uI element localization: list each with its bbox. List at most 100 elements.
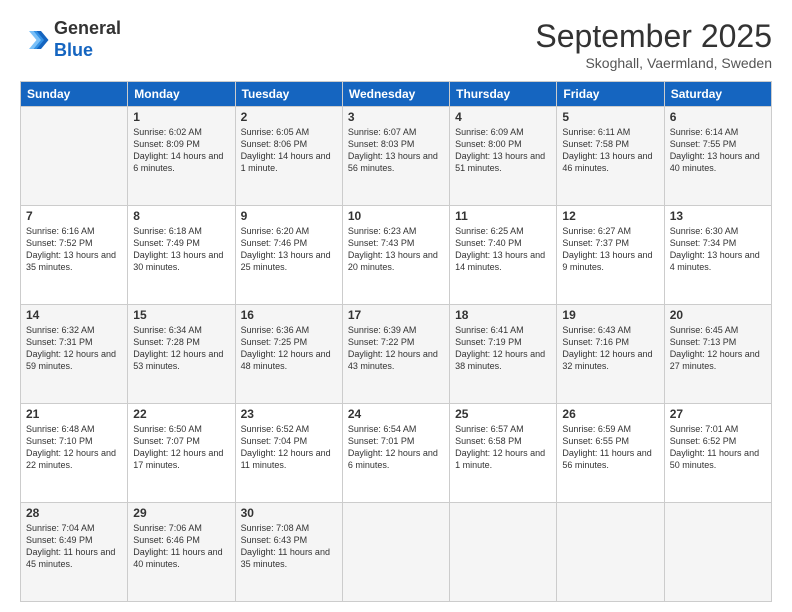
cell-content: Sunrise: 6:43 AM Sunset: 7:16 PM Dayligh… (562, 324, 658, 373)
cell-content: Sunrise: 6:16 AM Sunset: 7:52 PM Dayligh… (26, 225, 122, 274)
day-number: 8 (133, 209, 229, 223)
table-row: 22 Sunrise: 6:50 AM Sunset: 7:07 PM Dayl… (128, 404, 235, 503)
day-number: 6 (670, 110, 766, 124)
col-thursday: Thursday (450, 82, 557, 107)
cell-content: Sunrise: 6:30 AM Sunset: 7:34 PM Dayligh… (670, 225, 766, 274)
table-row: 12 Sunrise: 6:27 AM Sunset: 7:37 PM Dayl… (557, 206, 664, 305)
daylight-text: Daylight: 13 hours and 9 minutes. (562, 250, 652, 272)
daylight-text: Daylight: 11 hours and 35 minutes. (241, 547, 330, 569)
page: General Blue September 2025 Skoghall, Va… (0, 0, 792, 612)
day-number: 24 (348, 407, 444, 421)
day-number: 25 (455, 407, 551, 421)
cell-content: Sunrise: 6:34 AM Sunset: 7:28 PM Dayligh… (133, 324, 229, 373)
calendar-table: Sunday Monday Tuesday Wednesday Thursday… (20, 81, 772, 602)
sunset-text: Sunset: 7:55 PM (670, 139, 737, 149)
sunrise-text: Sunrise: 6:57 AM (455, 424, 524, 434)
sunrise-text: Sunrise: 6:34 AM (133, 325, 202, 335)
sunrise-text: Sunrise: 6:32 AM (26, 325, 95, 335)
table-row: 7 Sunrise: 6:16 AM Sunset: 7:52 PM Dayli… (21, 206, 128, 305)
table-row: 27 Sunrise: 7:01 AM Sunset: 6:52 PM Dayl… (664, 404, 771, 503)
col-wednesday: Wednesday (342, 82, 449, 107)
header-row: Sunday Monday Tuesday Wednesday Thursday… (21, 82, 772, 107)
col-sunday: Sunday (21, 82, 128, 107)
day-number: 20 (670, 308, 766, 322)
daylight-text: Daylight: 13 hours and 51 minutes. (455, 151, 545, 173)
cell-content: Sunrise: 6:23 AM Sunset: 7:43 PM Dayligh… (348, 225, 444, 274)
table-row: 23 Sunrise: 6:52 AM Sunset: 7:04 PM Dayl… (235, 404, 342, 503)
table-row: 29 Sunrise: 7:06 AM Sunset: 6:46 PM Dayl… (128, 503, 235, 602)
table-row: 8 Sunrise: 6:18 AM Sunset: 7:49 PM Dayli… (128, 206, 235, 305)
daylight-text: Daylight: 11 hours and 45 minutes. (26, 547, 115, 569)
sunset-text: Sunset: 7:37 PM (562, 238, 629, 248)
day-number: 4 (455, 110, 551, 124)
sunrise-text: Sunrise: 6:20 AM (241, 226, 310, 236)
day-number: 29 (133, 506, 229, 520)
day-number: 10 (348, 209, 444, 223)
daylight-text: Daylight: 11 hours and 50 minutes. (670, 448, 759, 470)
daylight-text: Daylight: 12 hours and 48 minutes. (241, 349, 331, 371)
sunrise-text: Sunrise: 6:02 AM (133, 127, 202, 137)
cell-content: Sunrise: 6:32 AM Sunset: 7:31 PM Dayligh… (26, 324, 122, 373)
cell-content: Sunrise: 6:20 AM Sunset: 7:46 PM Dayligh… (241, 225, 337, 274)
daylight-text: Daylight: 14 hours and 6 minutes. (133, 151, 223, 173)
cell-content: Sunrise: 6:05 AM Sunset: 8:06 PM Dayligh… (241, 126, 337, 175)
sunset-text: Sunset: 7:19 PM (455, 337, 522, 347)
cell-content: Sunrise: 6:25 AM Sunset: 7:40 PM Dayligh… (455, 225, 551, 274)
day-number: 26 (562, 407, 658, 421)
table-row: 4 Sunrise: 6:09 AM Sunset: 8:00 PM Dayli… (450, 107, 557, 206)
day-number: 7 (26, 209, 122, 223)
sunset-text: Sunset: 7:04 PM (241, 436, 308, 446)
logo-general: General (54, 18, 121, 38)
sunset-text: Sunset: 8:00 PM (455, 139, 522, 149)
sunrise-text: Sunrise: 7:08 AM (241, 523, 310, 533)
cell-content: Sunrise: 7:01 AM Sunset: 6:52 PM Dayligh… (670, 423, 766, 472)
day-number: 3 (348, 110, 444, 124)
sunrise-text: Sunrise: 6:54 AM (348, 424, 417, 434)
sunrise-text: Sunrise: 6:41 AM (455, 325, 524, 335)
sunset-text: Sunset: 7:43 PM (348, 238, 415, 248)
cell-content: Sunrise: 6:45 AM Sunset: 7:13 PM Dayligh… (670, 324, 766, 373)
day-number: 15 (133, 308, 229, 322)
logo: General Blue (20, 18, 121, 61)
sunrise-text: Sunrise: 6:25 AM (455, 226, 524, 236)
table-row: 30 Sunrise: 7:08 AM Sunset: 6:43 PM Dayl… (235, 503, 342, 602)
daylight-text: Daylight: 12 hours and 32 minutes. (562, 349, 652, 371)
daylight-text: Daylight: 13 hours and 20 minutes. (348, 250, 438, 272)
calendar-week-row: 1 Sunrise: 6:02 AM Sunset: 8:09 PM Dayli… (21, 107, 772, 206)
daylight-text: Daylight: 11 hours and 40 minutes. (133, 547, 222, 569)
cell-content: Sunrise: 6:39 AM Sunset: 7:22 PM Dayligh… (348, 324, 444, 373)
daylight-text: Daylight: 13 hours and 40 minutes. (670, 151, 760, 173)
logo-text: General Blue (54, 18, 121, 61)
daylight-text: Daylight: 11 hours and 56 minutes. (562, 448, 651, 470)
day-number: 23 (241, 407, 337, 421)
sunrise-text: Sunrise: 6:23 AM (348, 226, 417, 236)
sunset-text: Sunset: 7:25 PM (241, 337, 308, 347)
table-row (450, 503, 557, 602)
day-number: 9 (241, 209, 337, 223)
daylight-text: Daylight: 13 hours and 56 minutes. (348, 151, 438, 173)
daylight-text: Daylight: 12 hours and 17 minutes. (133, 448, 223, 470)
sunset-text: Sunset: 8:06 PM (241, 139, 308, 149)
sunset-text: Sunset: 7:58 PM (562, 139, 629, 149)
sunset-text: Sunset: 7:28 PM (133, 337, 200, 347)
sunrise-text: Sunrise: 7:01 AM (670, 424, 739, 434)
day-number: 5 (562, 110, 658, 124)
col-monday: Monday (128, 82, 235, 107)
day-number: 22 (133, 407, 229, 421)
sunset-text: Sunset: 8:03 PM (348, 139, 415, 149)
cell-content: Sunrise: 6:41 AM Sunset: 7:19 PM Dayligh… (455, 324, 551, 373)
table-row: 9 Sunrise: 6:20 AM Sunset: 7:46 PM Dayli… (235, 206, 342, 305)
day-number: 27 (670, 407, 766, 421)
cell-content: Sunrise: 6:27 AM Sunset: 7:37 PM Dayligh… (562, 225, 658, 274)
sunrise-text: Sunrise: 6:14 AM (670, 127, 739, 137)
calendar-week-row: 21 Sunrise: 6:48 AM Sunset: 7:10 PM Dayl… (21, 404, 772, 503)
day-number: 2 (241, 110, 337, 124)
daylight-text: Daylight: 12 hours and 53 minutes. (133, 349, 223, 371)
logo-icon (20, 25, 50, 55)
cell-content: Sunrise: 6:50 AM Sunset: 7:07 PM Dayligh… (133, 423, 229, 472)
table-row: 21 Sunrise: 6:48 AM Sunset: 7:10 PM Dayl… (21, 404, 128, 503)
table-row: 28 Sunrise: 7:04 AM Sunset: 6:49 PM Dayl… (21, 503, 128, 602)
sunrise-text: Sunrise: 6:09 AM (455, 127, 524, 137)
cell-content: Sunrise: 6:07 AM Sunset: 8:03 PM Dayligh… (348, 126, 444, 175)
calendar-week-row: 28 Sunrise: 7:04 AM Sunset: 6:49 PM Dayl… (21, 503, 772, 602)
